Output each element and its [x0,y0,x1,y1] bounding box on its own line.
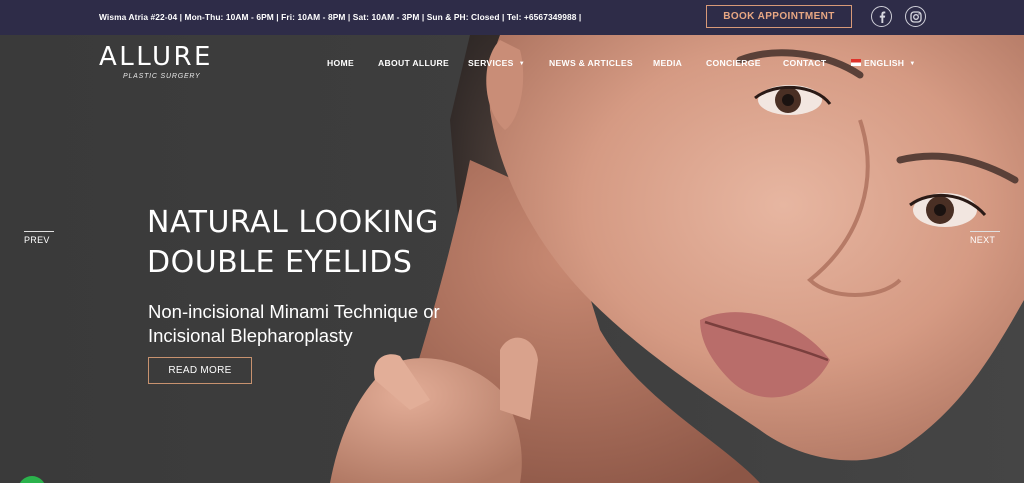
logo-tagline: PLASTIC SURGERY [123,73,201,80]
top-info-bar: Wisma Atria #22-04 | Mon-Thu: 10AM - 6PM… [0,0,1024,35]
language-label: ENGLISH [864,58,905,68]
prev-divider [24,231,54,232]
slider-prev-button[interactable]: PREV [24,231,54,245]
nav-about-allure[interactable]: ABOUT ALLURE [378,58,449,68]
chevron-down-icon: ▼ [909,61,916,67]
next-label: NEXT [970,235,996,245]
subheadline-line-1: Non-incisional Minami Technique or [148,301,440,322]
slide-subheadline: Non-incisional Minami Technique or Incis… [148,300,440,348]
book-appointment-button[interactable]: BOOK APPOINTMENT [706,5,852,28]
nav-home[interactable]: HOME [327,58,354,68]
nav-concierge[interactable]: CONCIERGE [706,58,761,68]
logo-wordmark: ALLURE [99,42,213,72]
headline-line-1: NATURAL LOOKING [147,205,439,240]
headline-line-2: DOUBLE EYELIDS [147,245,413,280]
nav-contact[interactable]: CONTACT [783,58,826,68]
nav-news-articles[interactable]: NEWS & ARTICLES [549,58,633,68]
chevron-down-icon: ▼ [518,61,525,67]
next-divider [970,231,1000,232]
contact-hours-info: Wisma Atria #22-04 | Mon-Thu: 10AM - 6PM… [99,12,582,22]
allure-logo[interactable]: ALLURE PLASTIC SURGERY [99,42,213,80]
slide-headline: NATURAL LOOKING DOUBLE EYELIDS [147,203,439,283]
prev-label: PREV [24,235,50,245]
nav-media[interactable]: MEDIA [653,58,682,68]
singapore-flag-icon [851,59,861,66]
instagram-icon[interactable] [905,6,926,27]
nav-services-label: SERVICES [468,58,514,68]
read-more-button[interactable]: READ MORE [148,357,252,384]
facebook-icon[interactable] [871,6,892,27]
nav-language-selector[interactable]: ENGLISH ▼ [851,58,916,68]
subheadline-line-2: Incisional Blepharoplasty [148,325,353,346]
slider-next-button[interactable]: NEXT [970,231,1000,245]
page: Wisma Atria #22-04 | Mon-Thu: 10AM - 6PM… [0,0,1024,483]
nav-services[interactable]: SERVICES ▼ [468,58,525,68]
